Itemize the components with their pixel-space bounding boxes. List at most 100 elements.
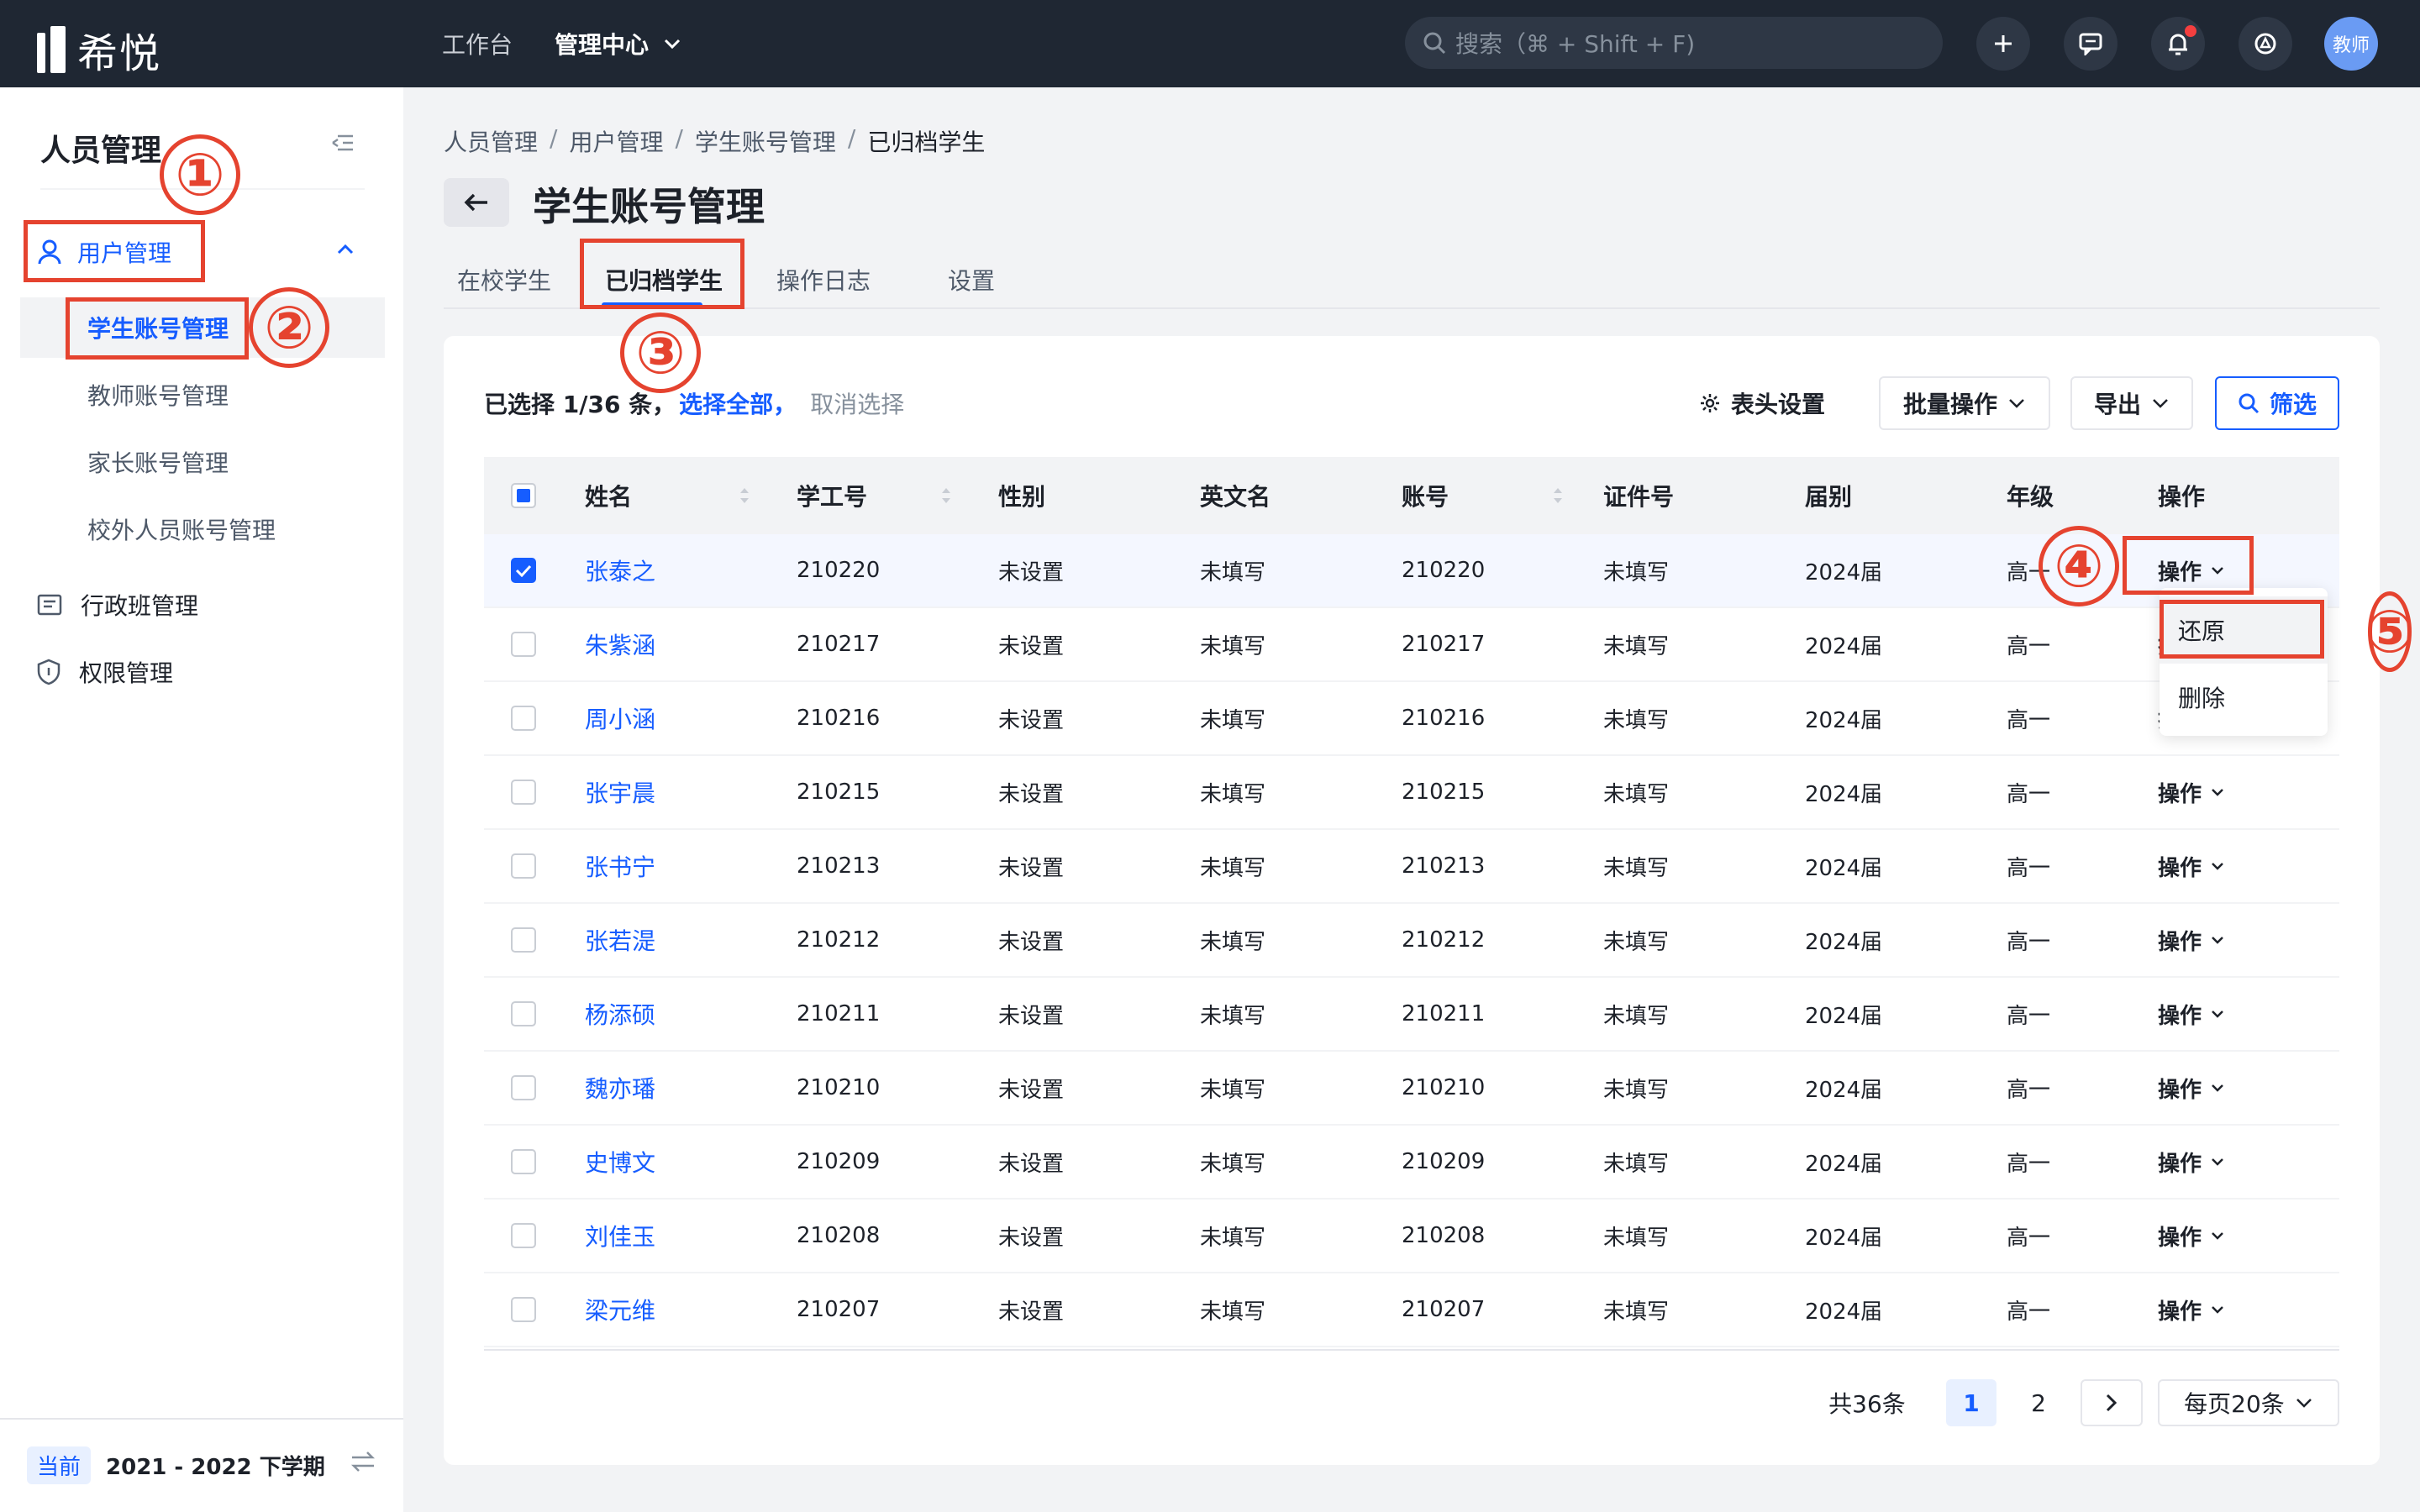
search-input[interactable]: 搜索（⌘ + Shift + F) [1405, 17, 1943, 69]
chevron-up-icon[interactable] [336, 244, 355, 255]
term-selector[interactable]: 当前 2021 - 2022 下学期 [27, 1446, 325, 1484]
table-row[interactable]: 梁元维 210207 未设置 未填写 210207 未填写 2024届 高一 操作 [484, 1273, 2339, 1347]
sidebar-bottom-divider [0, 1418, 403, 1420]
table-row[interactable]: 张书宁 210213 未设置 未填写 210213 未填写 2024届 高一 操作 [484, 830, 2339, 904]
cell-name[interactable]: 魏亦璠 [585, 1052, 655, 1124]
sidebar-item-parent-accounts[interactable]: 家长账号管理 [20, 432, 385, 492]
table-row[interactable]: 周小涵210216未设置未填写210216未填写2024届高一操作 [484, 682, 2339, 756]
row-checkbox[interactable] [511, 1223, 536, 1248]
column-name[interactable]: 姓名 [585, 457, 753, 534]
row-checkbox[interactable] [511, 558, 536, 583]
row-action-label: 操作 [2158, 1151, 2202, 1177]
row-checkbox[interactable] [511, 927, 536, 953]
breadcrumb-item[interactable]: 学生账号管理 [695, 124, 836, 158]
tab-active-students[interactable]: 在校学生 [457, 252, 551, 307]
cell-id-number: 未填写 [1603, 559, 1670, 585]
logo-text: 希悦 [77, 30, 162, 77]
sidebar-item-external-accounts[interactable]: 校外人员账号管理 [20, 499, 385, 559]
breadcrumb-item[interactable]: 人员管理 [444, 124, 538, 158]
row-checkbox[interactable] [511, 1001, 536, 1026]
annotation-box-archived-tab [580, 239, 744, 309]
row-checkbox[interactable] [511, 632, 536, 657]
nav-workbench[interactable]: 工作台 [442, 27, 513, 60]
cell-cohort: 2024届 [1805, 1003, 1883, 1029]
cell-name[interactable]: 朱紫涵 [585, 608, 655, 680]
cell-name[interactable]: 周小涵 [585, 682, 655, 754]
column-label: 学工号 [797, 483, 868, 511]
row-action-button[interactable]: 操作 [2158, 1200, 2225, 1272]
select-all-link[interactable]: 选择全部， [679, 386, 797, 420]
notification-button[interactable] [2151, 17, 2205, 71]
cell-name[interactable]: 张书宁 [585, 830, 655, 902]
plus-icon [1995, 35, 2012, 52]
column-student-id[interactable]: 学工号 [797, 457, 965, 534]
sidebar-item-teacher-accounts[interactable]: 教师账号管理 [20, 365, 385, 425]
annotation-number-5: ⑤ [2365, 591, 2415, 672]
avatar[interactable]: 教师 [2324, 17, 2378, 71]
row-action-button[interactable]: 操作 [2158, 830, 2225, 902]
row-action-button[interactable]: 操作 [2158, 1052, 2225, 1124]
sidebar-item-permissions[interactable]: 权限管理 [37, 655, 173, 689]
collapse-menu-icon[interactable] [331, 133, 355, 153]
row-action-button[interactable]: 操作 [2158, 904, 2225, 976]
breadcrumb-item[interactable]: 用户管理 [569, 124, 663, 158]
cell-grade: 高一 [2007, 1225, 2051, 1251]
cell-gender: 未设置 [998, 559, 1065, 585]
nav-admin-center[interactable]: 管理中心 [555, 27, 681, 60]
row-action-button[interactable]: 操作 [2158, 1273, 2225, 1346]
cell-name[interactable]: 张宇晨 [585, 756, 655, 828]
batch-operations-button[interactable]: 批量操作 [1879, 376, 2050, 430]
cell-name[interactable]: 梁元维 [585, 1273, 655, 1346]
batch-label: 批量操作 [1902, 391, 1997, 418]
cell-english-name: 未填写 [1200, 929, 1266, 955]
page-1-button[interactable]: 1 [1946, 1379, 1996, 1426]
switch-icon[interactable] [350, 1450, 376, 1473]
nav-admin-center-label: 管理中心 [555, 31, 650, 59]
table-row[interactable]: 张宇晨 210215 未设置 未填写 210215 未填写 2024届 高一 操作 [484, 756, 2339, 830]
table-row[interactable]: 魏亦璠 210210 未设置 未填写 210210 未填写 2024届 高一 操作 [484, 1052, 2339, 1126]
cell-name[interactable]: 张若湜 [585, 904, 655, 976]
cell-id-number: 未填写 [1603, 633, 1670, 659]
row-checkbox[interactable] [511, 706, 536, 731]
table-row[interactable]: 史博文 210209 未设置 未填写 210209 未填写 2024届 高一 操作 [484, 1126, 2339, 1200]
row-checkbox[interactable] [511, 1149, 536, 1174]
delete-menu-item[interactable]: 删除 [2160, 664, 2328, 731]
filter-label: 筛选 [2269, 391, 2317, 418]
tab-operation-log[interactable]: 操作日志 [776, 252, 871, 307]
back-button[interactable] [444, 178, 509, 227]
table-row[interactable]: 杨添硕 210211 未设置 未填写 210211 未填写 2024届 高一 操作 [484, 978, 2339, 1052]
filter-button[interactable]: 筛选 [2215, 376, 2339, 430]
sidebar-item-classes[interactable]: 行政班管理 [37, 588, 198, 622]
cancel-selection-link[interactable]: 取消选择 [810, 386, 904, 420]
row-checkbox[interactable] [511, 1297, 536, 1322]
row-action-button[interactable]: 操作 [2158, 756, 2225, 828]
row-checkbox[interactable] [511, 1075, 536, 1100]
page-size-select[interactable]: 每页20条 [2158, 1379, 2339, 1426]
row-checkbox[interactable] [511, 780, 536, 805]
cell-id-number: 未填写 [1603, 1225, 1670, 1251]
column-account[interactable]: 账号 [1402, 457, 1570, 534]
table-row[interactable]: 张若湜 210212 未设置 未填写 210212 未填写 2024届 高一 操作 [484, 904, 2339, 978]
select-all-checkbox[interactable] [511, 483, 536, 508]
cell-account: 210217 [1402, 632, 1486, 657]
next-page-button[interactable] [2081, 1379, 2143, 1426]
header-settings-button[interactable]: 表头设置 [1691, 376, 1833, 430]
cell-name[interactable]: 刘佳玉 [585, 1200, 655, 1272]
row-checkbox[interactable] [511, 853, 536, 879]
row-action-button[interactable]: 操作 [2158, 1126, 2225, 1198]
table-row[interactable]: 朱紫涵210217未设置未填写210217未填写2024届高一操作 [484, 608, 2339, 682]
message-button[interactable] [2064, 17, 2118, 71]
table-row[interactable]: 刘佳玉 210208 未设置 未填写 210208 未填写 2024届 高一 操作 [484, 1200, 2339, 1273]
cell-name[interactable]: 史博文 [585, 1126, 655, 1198]
tab-settings[interactable]: 设置 [948, 252, 995, 307]
page-2-button[interactable]: 2 [2013, 1379, 2064, 1426]
logo[interactable]: 希悦 [37, 20, 161, 79]
export-button[interactable]: 导出 [2070, 376, 2193, 430]
cell-name[interactable]: 张泰之 [585, 534, 655, 606]
cell-name[interactable]: 杨添硕 [585, 978, 655, 1050]
settings-button[interactable] [2238, 17, 2292, 71]
add-button[interactable] [1976, 17, 2030, 71]
breadcrumb-separator: / [675, 124, 683, 152]
row-action-label: 操作 [2158, 1299, 2202, 1325]
row-action-button[interactable]: 操作 [2158, 978, 2225, 1050]
